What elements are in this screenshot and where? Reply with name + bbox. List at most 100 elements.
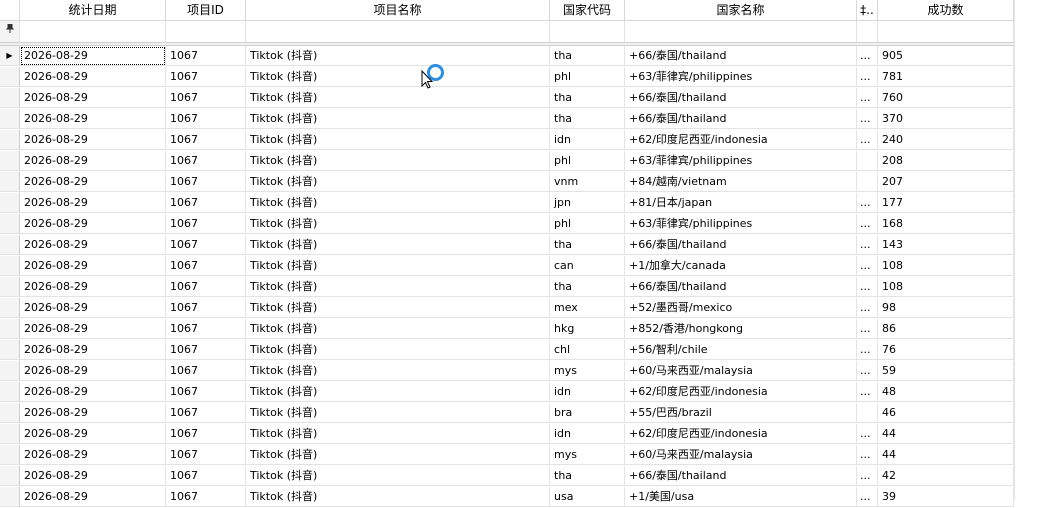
cell-country-code[interactable]: idn [550, 382, 625, 402]
cell-country-name[interactable]: +52/墨西哥/mexico [625, 298, 857, 318]
cell-country-name[interactable]: +62/印度尼西亚/indonesia [625, 382, 857, 402]
row-header[interactable] [0, 109, 20, 129]
cell-success-count[interactable]: 760 [878, 88, 1014, 108]
cell-project-id[interactable]: 1067 [166, 382, 246, 402]
cell-truncated[interactable]: ... [857, 298, 878, 318]
column-header-country-name[interactable]: 国家名称 [625, 0, 857, 21]
cell-country-name[interactable]: +1/美国/usa [625, 487, 857, 507]
cell-project-id[interactable]: 1067 [166, 466, 246, 486]
cell-project-name[interactable]: Tiktok (抖音) [246, 256, 550, 276]
cell-country-name[interactable]: +63/菲律宾/philippines [625, 214, 857, 234]
cell-country-code[interactable]: tha [550, 109, 625, 129]
cell-project-name[interactable]: Tiktok (抖音) [246, 403, 550, 423]
cell-project-id[interactable]: 1067 [166, 193, 246, 213]
cell-project-id[interactable]: 1067 [166, 172, 246, 192]
cell-project-id[interactable]: 1067 [166, 319, 246, 339]
cell-country-code[interactable]: tha [550, 466, 625, 486]
cell-truncated[interactable]: ... [857, 340, 878, 360]
cell-project-id[interactable]: 1067 [166, 256, 246, 276]
cell-success-count[interactable]: 781 [878, 67, 1014, 87]
cell-date[interactable]: 2026-08-29 [20, 340, 166, 360]
cell-project-name[interactable]: Tiktok (抖音) [246, 382, 550, 402]
cell-date[interactable]: 2026-08-29 [20, 382, 166, 402]
table-row[interactable]: 2026-08-29 1067 Tiktok (抖音) phl +63/菲律宾/phil… [0, 151, 1014, 172]
row-header[interactable] [0, 403, 20, 423]
cell-project-id[interactable]: 1067 [166, 88, 246, 108]
table-row[interactable]: 2026-08-29 1067 Tiktok (抖音) idn +62/印度尼西亚/in… [0, 130, 1014, 151]
cell-date[interactable]: 2026-08-29 [20, 193, 166, 213]
cell-truncated[interactable] [857, 172, 878, 192]
cell-project-id[interactable]: 1067 [166, 46, 246, 66]
cell-project-name[interactable]: Tiktok (抖音) [246, 424, 550, 444]
cell-date[interactable]: 2026-08-29 [20, 256, 166, 276]
cell-success-count[interactable]: 108 [878, 277, 1014, 297]
cell-success-count[interactable]: 98 [878, 298, 1014, 318]
cell-country-code[interactable]: idn [550, 424, 625, 444]
cell-truncated[interactable]: ... [857, 67, 878, 87]
cell-project-name[interactable]: Tiktok (抖音) [246, 67, 550, 87]
column-header-country-code[interactable]: 国家代码 [550, 0, 625, 21]
filter-cell-success-count[interactable] [878, 21, 1014, 43]
cell-project-name[interactable]: Tiktok (抖音) [246, 46, 550, 66]
cell-country-name[interactable]: +81/日本/japan [625, 193, 857, 213]
cell-date[interactable]: 2026-08-29 [20, 487, 166, 507]
cell-country-code[interactable]: mys [550, 361, 625, 381]
cell-date[interactable]: 2026-08-29 [20, 424, 166, 444]
row-header[interactable] [0, 298, 20, 318]
cell-date[interactable]: 2026-08-29 [20, 109, 166, 129]
cell-truncated[interactable]: ... [857, 382, 878, 402]
cell-date[interactable]: 2026-08-29 [20, 172, 166, 192]
cell-country-code[interactable]: hkg [550, 319, 625, 339]
row-header[interactable] [0, 193, 20, 213]
cell-project-id[interactable]: 1067 [166, 424, 246, 444]
row-header[interactable] [0, 172, 20, 192]
cell-success-count[interactable]: 143 [878, 235, 1014, 255]
cell-success-count[interactable]: 46 [878, 403, 1014, 423]
header-corner[interactable] [0, 0, 20, 21]
data-grid[interactable]: 统计日期 项目ID 项目名称 国家代码 国家名称 ‡.. 成功数 ▶ 2026-0… [0, 0, 1051, 507]
cell-project-name[interactable]: Tiktok (抖音) [246, 109, 550, 129]
row-header[interactable] [0, 445, 20, 465]
cell-success-count[interactable]: 168 [878, 214, 1014, 234]
cell-date[interactable]: 2026-08-29 [20, 67, 166, 87]
cell-project-id[interactable]: 1067 [166, 130, 246, 150]
cell-country-code[interactable]: tha [550, 235, 625, 255]
row-header[interactable] [0, 340, 20, 360]
cell-country-code[interactable]: usa [550, 487, 625, 507]
cell-country-code[interactable]: phl [550, 214, 625, 234]
cell-project-name[interactable]: Tiktok (抖音) [246, 235, 550, 255]
cell-truncated[interactable]: ... [857, 46, 878, 66]
column-header-project-name[interactable]: 项目名称 [246, 0, 550, 21]
table-row[interactable]: 2026-08-29 1067 Tiktok (抖音) mys +60/马来西亚/mal… [0, 445, 1014, 466]
cell-truncated[interactable]: ... [857, 319, 878, 339]
row-header[interactable] [0, 256, 20, 276]
cell-success-count[interactable]: 208 [878, 151, 1014, 171]
cell-date[interactable]: 2026-08-29 [20, 361, 166, 381]
auto-filter-row[interactable] [0, 21, 1014, 43]
cell-project-id[interactable]: 1067 [166, 361, 246, 381]
cell-truncated[interactable] [857, 403, 878, 423]
cell-country-code[interactable]: tha [550, 46, 625, 66]
table-row[interactable]: 2026-08-29 1067 Tiktok (抖音) mys +60/马来西亚/mal… [0, 361, 1014, 382]
cell-country-name[interactable]: +66/泰国/thailand [625, 277, 857, 297]
cell-success-count[interactable]: 42 [878, 466, 1014, 486]
filter-cell-project-id[interactable] [166, 21, 246, 43]
cell-project-name[interactable]: Tiktok (抖音) [246, 319, 550, 339]
cell-success-count[interactable]: 44 [878, 424, 1014, 444]
cell-project-name[interactable]: Tiktok (抖音) [246, 214, 550, 234]
cell-project-id[interactable]: 1067 [166, 151, 246, 171]
cell-truncated[interactable]: ... [857, 214, 878, 234]
cell-project-name[interactable]: Tiktok (抖音) [246, 340, 550, 360]
cell-country-code[interactable]: tha [550, 277, 625, 297]
table-row[interactable]: 2026-08-29 1067 Tiktok (抖音) idn +62/印度尼西亚/in… [0, 424, 1014, 445]
row-pointer-icon[interactable]: ▶ [0, 46, 20, 66]
cell-country-name[interactable]: +66/泰国/thailand [625, 235, 857, 255]
cell-country-name[interactable]: +62/印度尼西亚/indonesia [625, 130, 857, 150]
cell-country-name[interactable]: +84/越南/vietnam [625, 172, 857, 192]
cell-country-name[interactable]: +66/泰国/thailand [625, 466, 857, 486]
cell-success-count[interactable]: 905 [878, 46, 1014, 66]
filter-cell-country-code[interactable] [550, 21, 625, 43]
table-row[interactable]: 2026-08-29 1067 Tiktok (抖音) tha +66/泰国/thail… [0, 88, 1014, 109]
table-row[interactable]: 2026-08-29 1067 Tiktok (抖音) can +1/加拿大/canad… [0, 256, 1014, 277]
cell-project-id[interactable]: 1067 [166, 109, 246, 129]
